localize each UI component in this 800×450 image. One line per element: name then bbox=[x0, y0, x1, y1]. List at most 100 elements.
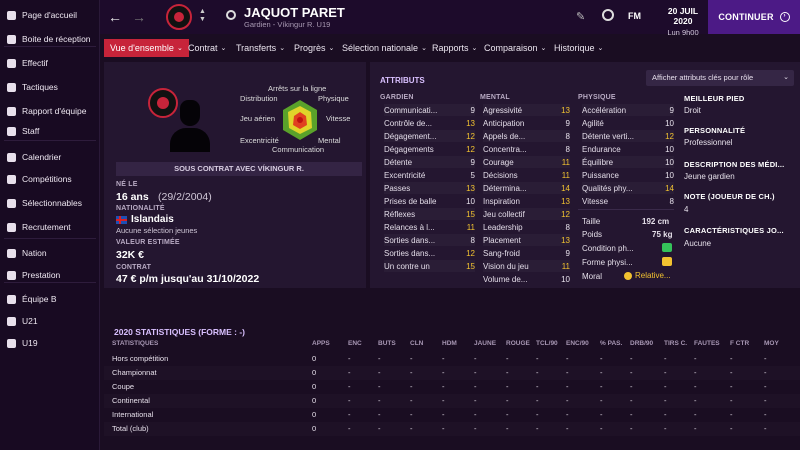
sidebar-item-label: Équipe B bbox=[22, 294, 57, 304]
table-row[interactable]: Continental 0 - - - - - - - - - - - - - - bbox=[104, 394, 800, 408]
attribute-row[interactable]: Concentra... 8 bbox=[483, 143, 570, 155]
contract-terms[interactable]: 47 € p/m jusqu'au 31/10/2022 bbox=[116, 273, 259, 285]
attribute-row[interactable]: Volume de... 10 bbox=[483, 273, 570, 285]
tab-3[interactable]: Progrès ⌄ bbox=[288, 39, 340, 57]
tab-1[interactable]: Contrat ⌄ bbox=[182, 39, 232, 57]
table-row[interactable]: Championnat 0 - - - - - - - - - - - - - - bbox=[104, 366, 800, 380]
sidebar-item-8[interactable]: Sélectionnables bbox=[0, 194, 100, 212]
club-badge[interactable] bbox=[166, 4, 192, 30]
attribute-row[interactable]: Un contre un 15 bbox=[384, 260, 475, 272]
sidebar-item-14[interactable]: U19 bbox=[0, 334, 100, 352]
condition-heart-icon[interactable] bbox=[662, 243, 672, 252]
attribute-row[interactable]: Relances à l... 11 bbox=[384, 221, 475, 233]
attribute-row[interactable]: Détente verti... 12 bbox=[582, 130, 674, 142]
trophy-icon bbox=[0, 174, 22, 184]
attribute-row[interactable]: Appels de... 8 bbox=[483, 130, 570, 142]
table-row[interactable]: Coupe 0 - - - - - - - - - - - - - - bbox=[104, 380, 800, 394]
attribute-row[interactable]: Décisions 11 bbox=[483, 169, 570, 181]
attribute-row[interactable]: Anticipation 9 bbox=[483, 117, 570, 129]
attribute-row[interactable]: Sorties dans... 8 bbox=[384, 234, 475, 246]
sidebar-item-4[interactable]: Rapport d'équipe bbox=[0, 102, 100, 120]
table-cell: - bbox=[730, 354, 733, 363]
search-icon[interactable] bbox=[226, 10, 236, 20]
attribute-row[interactable]: Contrôle de... 13 bbox=[384, 117, 475, 129]
column-header: BUTS bbox=[378, 340, 396, 347]
table-row[interactable]: Total (club) 0 - - - - - - - - - - - - - - bbox=[104, 422, 800, 436]
tab-2[interactable]: Transferts ⌄ bbox=[230, 39, 291, 57]
sidebar-item-10[interactable]: Nation bbox=[0, 244, 100, 262]
fm-logo[interactable]: FM bbox=[628, 11, 641, 21]
iceland-flag-icon[interactable] bbox=[116, 216, 127, 224]
attribute-row[interactable]: Leadership 8 bbox=[483, 221, 570, 233]
sidebar-item-0[interactable]: Page d'accueil bbox=[0, 6, 100, 24]
chevron-updown-icon[interactable]: ▲ ▼ bbox=[199, 8, 206, 24]
sidebar-item-5[interactable]: Staff bbox=[0, 122, 100, 140]
tab-bar: Vue d'ensemble ⌄ Contrat ⌄ Transferts ⌄ Progrè… bbox=[100, 38, 800, 58]
table-cell: Total (club) bbox=[112, 424, 149, 433]
attribute-row[interactable]: Sang-froid 9 bbox=[483, 247, 570, 259]
attribute-row[interactable]: Passes 13 bbox=[384, 182, 475, 194]
attribute-row[interactable]: Réflexes 15 bbox=[384, 208, 475, 220]
tab-5[interactable]: Rapports ⌄ bbox=[426, 39, 483, 57]
attribute-row[interactable]: Agilité 10 bbox=[582, 117, 674, 129]
morale-face-icon[interactable] bbox=[624, 272, 632, 280]
table-cell: - bbox=[442, 396, 445, 405]
attribute-name: Sang-froid bbox=[483, 248, 520, 258]
sidebar-item-7[interactable]: Compétitions bbox=[0, 170, 100, 188]
sidebar-item-2[interactable]: Effectif bbox=[0, 54, 100, 72]
sidebar-item-label: Rapport d'équipe bbox=[22, 106, 87, 116]
attribute-name: Jeu collectif bbox=[483, 209, 525, 219]
attribute-row[interactable]: Vision du jeu 11 bbox=[483, 260, 570, 272]
table-cell: - bbox=[410, 382, 413, 391]
chevron-down-icon: ⌄ bbox=[471, 45, 478, 52]
attributes-role-dropdown[interactable]: Afficher attributs clés pour rôle ⌄ bbox=[646, 70, 794, 86]
forward-arrow-icon[interactable]: → bbox=[132, 9, 146, 25]
attribute-row[interactable]: Détermina... 14 bbox=[483, 182, 570, 194]
attribute-row[interactable]: Qualités phy... 14 bbox=[582, 182, 674, 194]
tab-0[interactable]: Vue d'ensemble ⌄ bbox=[104, 39, 189, 57]
table-cell: - bbox=[600, 354, 603, 363]
table-cell: - bbox=[664, 382, 667, 391]
sidebar-item-3[interactable]: Tactiques bbox=[0, 78, 100, 96]
world-icon[interactable] bbox=[602, 9, 614, 21]
column-header: F CTR bbox=[730, 340, 750, 347]
attribute-name: Inspiration bbox=[483, 196, 520, 206]
tab-7[interactable]: Historique ⌄ bbox=[548, 39, 609, 57]
sidebar-item-9[interactable]: Recrutement bbox=[0, 218, 100, 236]
form-indicator-icon[interactable] bbox=[662, 257, 672, 266]
attribute-row[interactable]: Placement 13 bbox=[483, 234, 570, 246]
sidebar-item-13[interactable]: U21 bbox=[0, 312, 100, 330]
back-arrow-icon[interactable]: ← bbox=[108, 9, 122, 25]
attribute-row[interactable]: Jeu collectif 12 bbox=[483, 208, 570, 220]
attribute-name: Dégagement... bbox=[384, 131, 437, 141]
date-display[interactable]: 20 JUIL 2020 Lun 9h00 bbox=[658, 6, 708, 38]
attribute-row[interactable]: Prises de balle 10 bbox=[384, 195, 475, 207]
attribute-row[interactable]: Excentricité 5 bbox=[384, 169, 475, 181]
continue-button[interactable]: CONTINUER › bbox=[708, 0, 800, 34]
table-cell: 0 bbox=[312, 396, 317, 405]
age: 16 ans bbox=[116, 191, 149, 203]
sidebar-item-12[interactable]: Équipe B bbox=[0, 290, 100, 308]
attribute-row[interactable]: Endurance 10 bbox=[582, 143, 674, 155]
attribute-row[interactable]: Équilibre 10 bbox=[582, 156, 674, 168]
nationality[interactable]: Islandais bbox=[131, 214, 174, 225]
attribute-row[interactable]: Inspiration 13 bbox=[483, 195, 570, 207]
attribute-row[interactable]: Puissance 10 bbox=[582, 169, 674, 181]
attribute-row[interactable]: Sorties dans... 12 bbox=[384, 247, 475, 259]
attribute-row[interactable]: Accélération 9 bbox=[582, 104, 674, 116]
edit-icon[interactable]: ✎ bbox=[576, 10, 585, 23]
attribute-row[interactable]: Courage 11 bbox=[483, 156, 570, 168]
table-row[interactable]: International 0 - - - - - - - - - - - - - - bbox=[104, 408, 800, 422]
attribute-row[interactable]: Agressivité 13 bbox=[483, 104, 570, 116]
attribute-row[interactable]: Dégagement... 12 bbox=[384, 130, 475, 142]
attribute-row[interactable]: Dégagements 12 bbox=[384, 143, 475, 155]
attribute-row[interactable]: Communicati... 9 bbox=[384, 104, 475, 116]
morale-value[interactable]: Relative... bbox=[635, 271, 671, 280]
sidebar-item-6[interactable]: Calendrier bbox=[0, 148, 100, 166]
attribute-row[interactable]: Vitesse 8 bbox=[582, 195, 674, 207]
table-row[interactable]: Hors compétition 0 - - - - - - - - - - - - - - bbox=[104, 352, 800, 366]
attribute-row[interactable]: Détente 9 bbox=[384, 156, 475, 168]
table-cell: - bbox=[664, 424, 667, 433]
tab-4[interactable]: Sélection nationale ⌄ bbox=[336, 39, 433, 57]
tab-6[interactable]: Comparaison ⌄ bbox=[478, 39, 552, 57]
